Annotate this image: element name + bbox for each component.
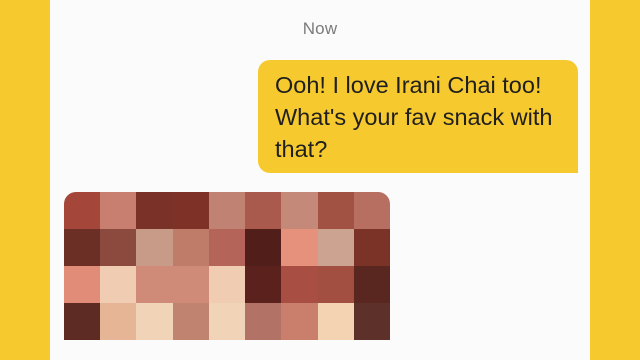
outgoing-message-text: Ooh! I love Irani Chai too! What's your … bbox=[275, 72, 553, 162]
mosaic-tile bbox=[208, 303, 246, 340]
mosaic-tile bbox=[317, 229, 354, 266]
message-timestamp: Now bbox=[302, 19, 338, 38]
mosaic-tile bbox=[100, 229, 137, 266]
mosaic-tile bbox=[281, 192, 318, 229]
mosaic-tile bbox=[100, 266, 137, 303]
outgoing-message-bubble[interactable]: Ooh! I love Irani Chai too! What's your … bbox=[258, 60, 578, 173]
mosaic-tile bbox=[136, 303, 173, 340]
mosaic-tile bbox=[208, 266, 246, 303]
mosaic-tile bbox=[64, 266, 101, 303]
mosaic-tile bbox=[172, 192, 209, 229]
mosaic-tile bbox=[208, 229, 246, 266]
chat-screen: Now Ooh! I love Irani Chai too! What's y… bbox=[0, 0, 640, 360]
mosaic-tile bbox=[281, 266, 318, 303]
mosaic-tile bbox=[64, 229, 101, 266]
mosaic-tile bbox=[353, 192, 390, 229]
mosaic-tile bbox=[100, 192, 137, 229]
mosaic-tile bbox=[64, 192, 101, 229]
mosaic-tile bbox=[317, 192, 354, 229]
mosaic-tile bbox=[136, 192, 173, 229]
mosaic-tile bbox=[136, 229, 173, 266]
mosaic-tile bbox=[172, 266, 209, 303]
mosaic-tile bbox=[245, 229, 282, 266]
mosaic-tile bbox=[353, 266, 390, 303]
mosaic-tile bbox=[281, 229, 318, 266]
mosaic-tile bbox=[172, 229, 209, 266]
mosaic-tile bbox=[353, 303, 390, 340]
mosaic-tile bbox=[100, 303, 137, 340]
mosaic-tile bbox=[317, 303, 354, 340]
mosaic-tile bbox=[208, 192, 246, 229]
conversation-panel[interactable]: Now Ooh! I love Irani Chai too! What's y… bbox=[50, 0, 590, 360]
incoming-image-bubble[interactable] bbox=[64, 192, 390, 360]
pixelated-image bbox=[64, 192, 390, 360]
mosaic-tile bbox=[353, 229, 390, 266]
mosaic-tile bbox=[245, 303, 282, 340]
mosaic-tile bbox=[245, 192, 282, 229]
mosaic-tile bbox=[245, 266, 282, 303]
mosaic-tile bbox=[64, 303, 101, 340]
mosaic-tile bbox=[172, 303, 209, 340]
mosaic-tile bbox=[136, 266, 173, 303]
mosaic-tile bbox=[281, 303, 318, 340]
mosaic-tile bbox=[317, 266, 354, 303]
